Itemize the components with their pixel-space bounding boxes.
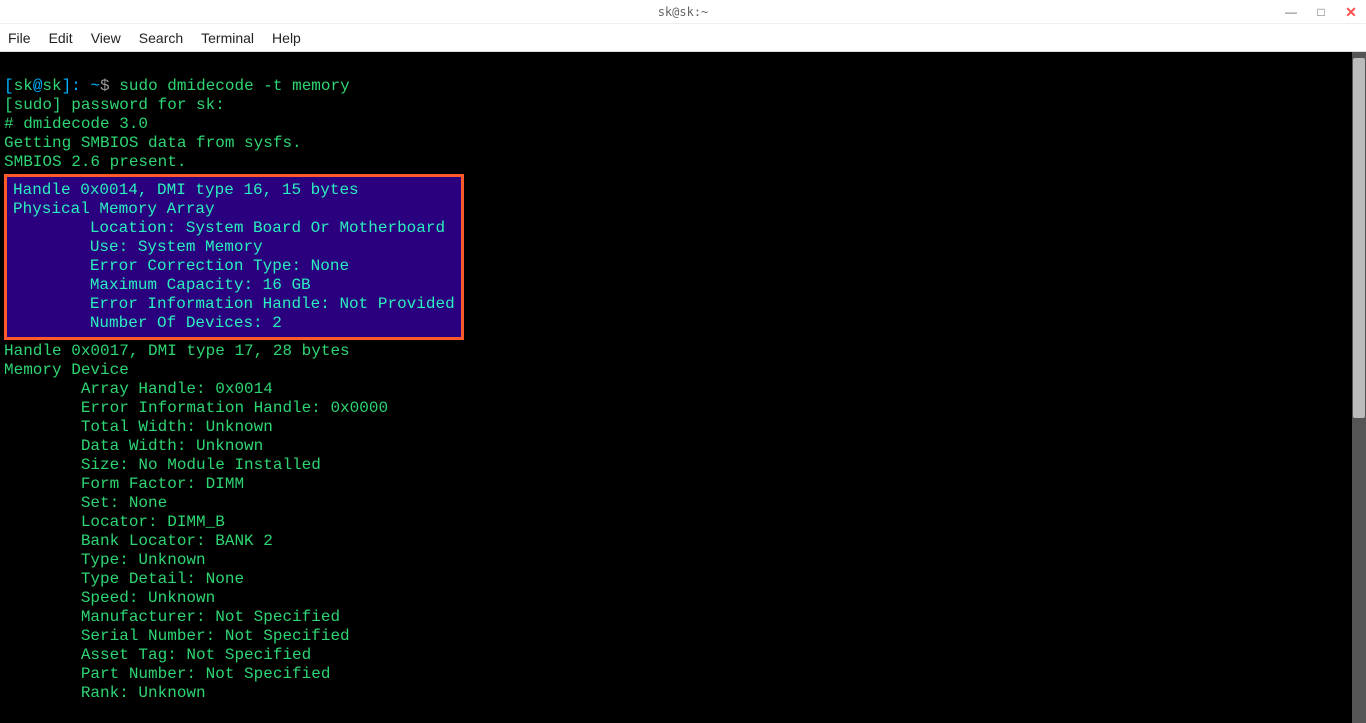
output-line: Form Factor: DIMM (4, 475, 244, 493)
close-button[interactable]: ✕ (1336, 0, 1366, 24)
output-line: Rank: Unknown (4, 684, 206, 702)
output-line: Physical Memory Array (13, 200, 215, 218)
output-line: Handle 0x0014, DMI type 16, 15 bytes (13, 181, 359, 199)
prompt-dollar: $ (100, 77, 110, 95)
output-line: Total Width: Unknown (4, 418, 273, 436)
output-line: Set: None (4, 494, 167, 512)
output-line: Maximum Capacity: 16 GB (13, 276, 311, 294)
output-line: Number Of Devices: 2 (13, 314, 282, 332)
menu-edit[interactable]: Edit (49, 30, 73, 46)
prompt-at: @ (33, 77, 43, 95)
window-title: sk@sk:~ (658, 5, 709, 19)
menu-file[interactable]: File (8, 30, 31, 46)
prompt-open: [ (4, 77, 14, 95)
menu-terminal[interactable]: Terminal (201, 30, 254, 46)
output-line: Asset Tag: Not Specified (4, 646, 311, 664)
output-line: Error Information Handle: 0x0000 (4, 399, 388, 417)
output-line: Manufacturer: Not Specified (4, 608, 340, 626)
output-line: Part Number: Not Specified (4, 665, 330, 683)
output-line: Type: Unknown (4, 551, 206, 569)
command-text: sudo dmidecode -t memory (110, 77, 350, 95)
prompt-host: sk (42, 77, 61, 95)
output-line: # dmidecode 3.0 (4, 115, 148, 133)
highlighted-block: Handle 0x0014, DMI type 16, 15 bytes Phy… (4, 174, 464, 340)
prompt-path: ~ (81, 77, 100, 95)
output-line: Handle 0x0017, DMI type 17, 28 bytes (4, 342, 350, 360)
maximize-button[interactable]: □ (1306, 0, 1336, 24)
menubar: File Edit View Search Terminal Help (0, 24, 1366, 52)
output-line: Bank Locator: BANK 2 (4, 532, 273, 550)
output-line: Type Detail: None (4, 570, 244, 588)
output-line: Size: No Module Installed (4, 456, 321, 474)
window-controls: — □ ✕ (1276, 0, 1366, 24)
output-line: Use: System Memory (13, 238, 263, 256)
output-line: Array Handle: 0x0014 (4, 380, 273, 398)
output-line: Data Width: Unknown (4, 437, 263, 455)
output-line: [sudo] password for sk: (4, 96, 225, 114)
menu-search[interactable]: Search (139, 30, 183, 46)
menu-view[interactable]: View (91, 30, 121, 46)
minimize-button[interactable]: — (1276, 0, 1306, 24)
output-line: Speed: Unknown (4, 589, 215, 607)
output-line: Memory Device (4, 361, 129, 379)
terminal-output: [sk@sk]: ~$ sudo dmidecode -t memory [su… (0, 52, 1366, 723)
window-titlebar: sk@sk:~ — □ ✕ (0, 0, 1366, 24)
output-line: Locator: DIMM_B (4, 513, 225, 531)
prompt-user: sk (14, 77, 33, 95)
prompt-colon: : (71, 77, 81, 95)
terminal-scrollbar[interactable] (1352, 52, 1366, 723)
prompt-close: ] (62, 77, 72, 95)
output-line: Serial Number: Not Specified (4, 627, 350, 645)
output-line: Error Information Handle: Not Provided (13, 295, 455, 313)
terminal-area[interactable]: [sk@sk]: ~$ sudo dmidecode -t memory [su… (0, 52, 1366, 723)
scrollbar-thumb[interactable] (1353, 58, 1365, 418)
menu-help[interactable]: Help (272, 30, 301, 46)
output-line: Getting SMBIOS data from sysfs. (4, 134, 302, 152)
output-line: Error Correction Type: None (13, 257, 349, 275)
output-line: Location: System Board Or Motherboard (13, 219, 445, 237)
output-line: SMBIOS 2.6 present. (4, 153, 186, 171)
